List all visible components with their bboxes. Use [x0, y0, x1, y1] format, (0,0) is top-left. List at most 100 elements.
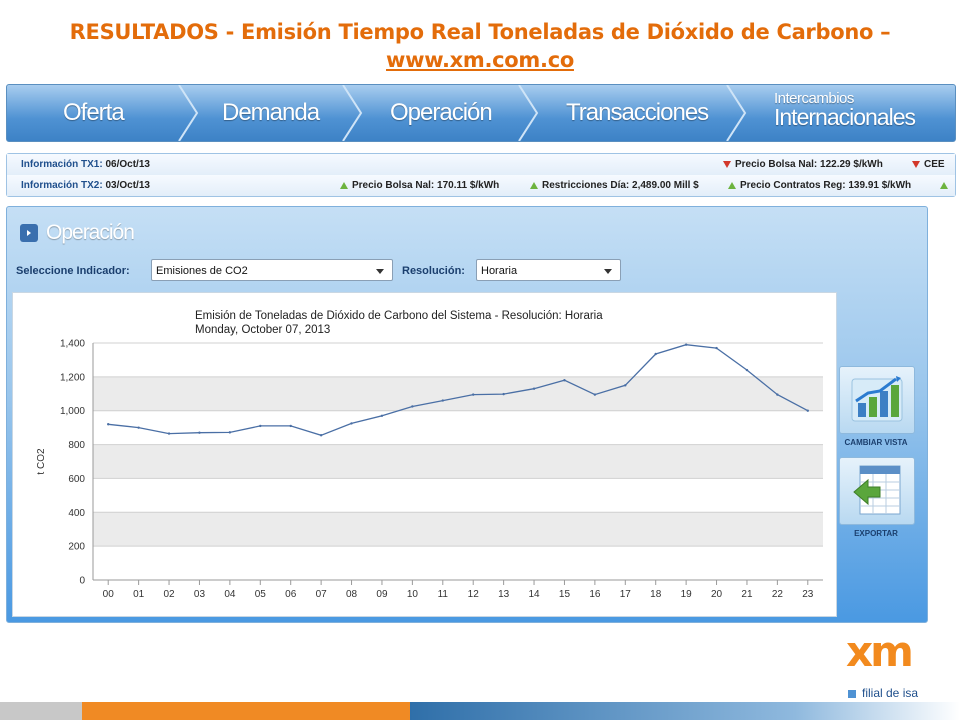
change-view-label: CAMBIAR VISTA [844, 438, 908, 447]
export-button[interactable] [839, 457, 915, 525]
isa-tagline: filial de isa [848, 686, 918, 700]
y-tick-label: 1,200 [60, 372, 85, 383]
tx2-date: 03/Oct/13 [105, 180, 150, 191]
data-point [472, 393, 475, 396]
emissions-chart: Emisión de Toneladas de Dióxido de Carbo… [12, 292, 837, 617]
resolution-select[interactable]: Horaria [476, 259, 621, 281]
data-point [502, 392, 505, 396]
nav-demanda[interactable]: Demanda [222, 85, 320, 141]
data-point [745, 368, 749, 372]
arrow-up-icon [340, 181, 348, 189]
grid-band [93, 546, 823, 580]
x-tick-label: 02 [163, 589, 175, 600]
main-nav: Oferta Demanda Operación Transacciones I… [6, 84, 956, 142]
x-tick-label: 14 [528, 589, 540, 600]
tx1-price: Precio Bolsa Nal: 122.29 $/kWh [723, 154, 883, 175]
indicator-label: Seleccione Indicador: [16, 265, 130, 277]
footer-bar-blue [410, 702, 960, 720]
data-point [532, 387, 536, 390]
x-tick-label: 22 [772, 589, 784, 600]
y-tick-label: 800 [68, 440, 85, 451]
x-tick-label: 00 [103, 589, 115, 600]
info-ticker: Información TX1: 06/Oct/13 Precio Bolsa … [6, 153, 956, 197]
tx2-info: Información TX2: 03/Oct/13 [21, 175, 150, 196]
ticker-row-tx2: Información TX2: 03/Oct/13 Precio Bolsa … [7, 175, 955, 196]
x-tick-label: 10 [407, 589, 419, 600]
x-tick-label: 09 [376, 589, 388, 600]
x-tick-label: 16 [589, 589, 601, 600]
xm-url-link[interactable]: www.xm.com.co [0, 46, 960, 74]
panel-heading-text: Operación [46, 221, 135, 244]
nav-separator-icon [726, 85, 747, 141]
slide-title-text: RESULTADOS - Emisión Tiempo Real Tonelad… [69, 20, 891, 44]
x-tick-label: 04 [224, 589, 236, 600]
data-point [806, 409, 809, 412]
data-point [319, 434, 323, 437]
data-point [259, 424, 262, 428]
resolution-label: Resolución: [402, 265, 465, 277]
x-tick-label: 03 [194, 589, 206, 600]
data-point [167, 432, 171, 435]
grid-band [93, 444, 823, 479]
tx2-contracts: Precio Contratos Reg: 139.91 $/kWh [728, 175, 911, 196]
square-icon [848, 689, 856, 698]
nav-operacion[interactable]: Operación [390, 85, 493, 141]
tx1-cee-text: CEE [924, 159, 945, 170]
footer-bar-gray [0, 702, 82, 720]
x-tick-label: 15 [559, 589, 571, 600]
y-tick-label: 200 [68, 542, 85, 553]
data-point [776, 393, 779, 396]
nav-separator-icon [178, 85, 199, 141]
x-tick-label: 06 [285, 589, 297, 600]
grid-band [93, 478, 823, 513]
x-tick-label: 21 [741, 589, 753, 600]
x-tick-label: 11 [438, 589, 449, 600]
tx2-restricciones: Restricciones Día: 2,489.00 Mill $ [530, 175, 699, 196]
data-point [654, 352, 657, 356]
arrow-down-icon [723, 160, 731, 168]
nav-transacciones[interactable]: Transacciones [566, 85, 709, 141]
data-point [107, 423, 110, 426]
x-tick-label: 07 [316, 589, 328, 600]
tx2-label: Información TX2: [21, 180, 103, 191]
isa-tagline-text: filial de isa [862, 686, 919, 700]
grid-band [93, 410, 823, 445]
indicator-select[interactable]: Emisiones de CO2 [151, 259, 393, 281]
nav-separator-icon [342, 85, 363, 141]
chart-plot: 0 200 400 600 800 1,000 1,200 1,400 00 01 02 03 04 05… [36, 339, 823, 600]
tx2-price-text: Precio Bolsa Nal: 170.11 $/kWh [352, 180, 500, 191]
tx1-label: Información TX1: [21, 159, 103, 170]
footer-bar-orange [82, 702, 410, 720]
data-point [624, 384, 627, 387]
x-tick-label: 18 [650, 589, 662, 600]
resolution-select-value: Horaria [481, 265, 518, 277]
chevron-down-icon [376, 269, 384, 274]
nav-intercambios-internacionales[interactable]: Intercambios Internacionales [774, 91, 916, 130]
bar-chart-icon [851, 376, 903, 422]
indicator-select-value: Emisiones de CO2 [156, 265, 248, 277]
data-point [350, 422, 353, 425]
arrow-down-icon [912, 160, 920, 168]
slide-title: RESULTADOS - Emisión Tiempo Real Tonelad… [0, 18, 960, 74]
nav-separator-icon [518, 85, 539, 141]
tx2-more [940, 175, 952, 196]
nav-intl-line2: Internacionales [774, 104, 916, 130]
grid-band [93, 512, 823, 547]
arrow-up-icon [940, 181, 948, 189]
nav-oferta[interactable]: Oferta [63, 85, 125, 141]
data-point [441, 399, 444, 402]
export-label: EXPORTAR [854, 529, 898, 538]
data-point [198, 431, 201, 434]
operation-panel: Operación Seleccione Indicador: Emisione… [6, 206, 928, 623]
x-tick-label: 20 [711, 589, 723, 600]
tx1-date: 06/Oct/13 [105, 159, 150, 170]
export-spreadsheet-icon [853, 465, 901, 515]
x-tick-label: 08 [346, 589, 358, 600]
change-view-button[interactable] [839, 366, 915, 434]
data-point [411, 405, 414, 408]
chevron-down-icon [604, 269, 612, 274]
panel-heading: Operación [20, 221, 135, 245]
data-point [684, 343, 688, 346]
data-point [380, 414, 384, 417]
collapse-arrow-icon[interactable] [20, 224, 38, 242]
